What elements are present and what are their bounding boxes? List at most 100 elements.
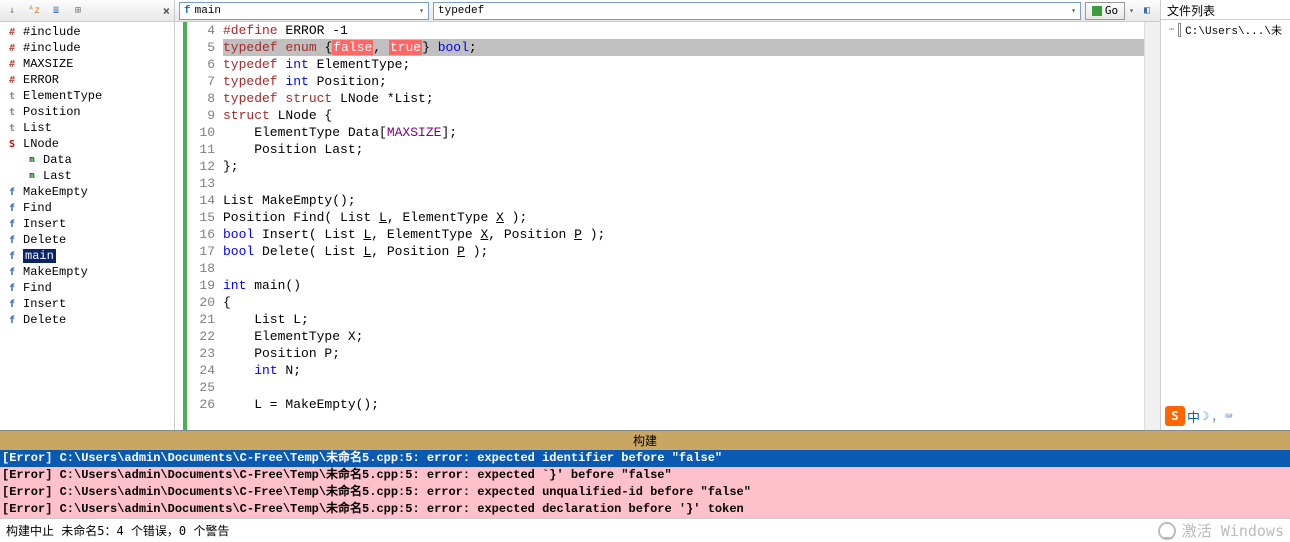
code-line[interactable]: #define ERROR -1: [223, 22, 1144, 39]
symbol-type-icon: f: [4, 267, 20, 278]
code-line[interactable]: [223, 260, 1144, 277]
symbol-label: MakeEmpty: [23, 265, 88, 279]
sort-down-icon[interactable]: ↓: [4, 3, 20, 19]
symbol-item[interactable]: fmain: [0, 248, 174, 264]
symbol-item[interactable]: tElementType: [0, 88, 174, 104]
symbol-type-icon: t: [4, 107, 20, 118]
symbol-type-icon: f: [4, 219, 20, 230]
code-line[interactable]: Position P;: [223, 345, 1144, 362]
code-line[interactable]: [223, 175, 1144, 192]
status-bar: 构建中止 未命名5：4 个错误，0 个警告 激活 Windows: [0, 518, 1290, 542]
symbol-label: ERROR: [23, 73, 59, 87]
code-lines[interactable]: #define ERROR -1typedef enum {false, tru…: [223, 22, 1144, 430]
build-error-line[interactable]: [Error] C:\Users\admin\Documents\C-Free\…: [0, 450, 1290, 467]
symbol-item[interactable]: ##include: [0, 40, 174, 56]
go-icon: [1092, 6, 1102, 16]
code-line[interactable]: bool Delete( List L, Position P );: [223, 243, 1144, 260]
ime-indicator: S 中 ☽ ， ⌨: [1161, 402, 1290, 430]
symbol-item[interactable]: fDelete: [0, 312, 174, 328]
code-line[interactable]: bool Insert( List L, ElementType X, Posi…: [223, 226, 1144, 243]
symbol-item[interactable]: fInsert: [0, 216, 174, 232]
vertical-scrollbar[interactable]: [1144, 22, 1160, 430]
symbol-item[interactable]: fInsert: [0, 296, 174, 312]
symbol-type-icon: f: [4, 283, 20, 294]
symbol-item[interactable]: ##include: [0, 24, 174, 40]
symbol-item[interactable]: #MAXSIZE: [0, 56, 174, 72]
symbol-label: Insert: [23, 217, 66, 231]
symbol-item[interactable]: tPosition: [0, 104, 174, 120]
search-combo[interactable]: typedef ▾: [433, 2, 1081, 20]
code-line[interactable]: ElementType X;: [223, 328, 1144, 345]
code-line[interactable]: List MakeEmpty();: [223, 192, 1144, 209]
code-line[interactable]: int N;: [223, 362, 1144, 379]
symbol-item[interactable]: fDelete: [0, 232, 174, 248]
ime-lang[interactable]: 中: [1187, 407, 1200, 426]
symbol-label: MakeEmpty: [23, 185, 88, 199]
code-pane[interactable]: 4567891011121314151617181920212223242526…: [175, 22, 1160, 430]
watermark-icon: [1158, 522, 1176, 540]
symbol-item[interactable]: fFind: [0, 280, 174, 296]
code-line[interactable]: typedef int Position;: [223, 73, 1144, 90]
symbol-label: Find: [23, 281, 52, 295]
code-line[interactable]: typedef enum {false, true} bool;: [223, 39, 1144, 56]
code-line[interactable]: [223, 379, 1144, 396]
symbol-type-icon: #: [4, 59, 20, 70]
bookmark-icon[interactable]: ◧: [1138, 2, 1156, 20]
code-line[interactable]: typedef int ElementType;: [223, 56, 1144, 73]
symbol-type-icon: f: [4, 299, 20, 310]
symbol-type-icon: #: [4, 27, 20, 38]
symbol-item[interactable]: #ERROR: [0, 72, 174, 88]
symbol-label: Last: [43, 169, 72, 183]
grid-view-icon[interactable]: ⊞: [70, 3, 86, 19]
code-line[interactable]: struct LNode {: [223, 107, 1144, 124]
file-entry[interactable]: ⋯ C:\Users\...\未: [1161, 20, 1290, 40]
symbol-item[interactable]: mData: [0, 152, 174, 168]
code-line[interactable]: Position Find( List L, ElementType X );: [223, 209, 1144, 226]
code-line[interactable]: Position Last;: [223, 141, 1144, 158]
symbol-type-icon: f: [4, 203, 20, 214]
symbol-label: List: [23, 121, 52, 135]
function-combo[interactable]: f main ▾: [179, 2, 429, 20]
symbol-label: #include: [23, 25, 81, 39]
code-line[interactable]: };: [223, 158, 1144, 175]
symbol-item[interactable]: mLast: [0, 168, 174, 184]
file-list-panel: 文件列表 ⋯ C:\Users\...\未 S 中 ☽ ， ⌨: [1160, 0, 1290, 430]
code-line[interactable]: ElementType Data[MAXSIZE];: [223, 124, 1144, 141]
symbol-label: ElementType: [23, 89, 102, 103]
list-view-icon[interactable]: ≣: [48, 3, 64, 19]
build-error-line[interactable]: [Error] C:\Users\admin\Documents\C-Free\…: [0, 467, 1290, 484]
symbol-item[interactable]: SLNode: [0, 136, 174, 152]
go-button[interactable]: Go: [1085, 2, 1125, 20]
build-error-line[interactable]: [Error] C:\Users\admin\Documents\C-Free\…: [0, 484, 1290, 501]
code-line[interactable]: List L;: [223, 311, 1144, 328]
close-icon[interactable]: ×: [163, 4, 170, 18]
sort-alpha-icon[interactable]: ᴬz: [26, 3, 42, 19]
symbol-type-icon: f: [4, 187, 20, 198]
comma-icon[interactable]: ，: [1211, 408, 1223, 425]
windows-watermark: 激活 Windows: [1158, 520, 1284, 541]
symbol-item[interactable]: tList: [0, 120, 174, 136]
keyboard-icon[interactable]: ⌨: [1225, 409, 1232, 423]
symbol-type-icon: t: [4, 123, 20, 134]
moon-icon[interactable]: ☽: [1202, 409, 1209, 423]
status-text: 构建中止 未命名5：4 个错误，0 个警告: [6, 522, 229, 539]
symbol-label: Position: [23, 105, 81, 119]
build-output[interactable]: [Error] C:\Users\admin\Documents\C-Free\…: [0, 450, 1290, 518]
code-line[interactable]: L = MakeEmpty();: [223, 396, 1144, 413]
build-tab[interactable]: 构建: [0, 430, 1290, 450]
search-combo-value: typedef: [438, 5, 484, 17]
symbol-type-icon: m: [24, 155, 40, 165]
code-line[interactable]: {: [223, 294, 1144, 311]
file-icon: [1178, 23, 1181, 37]
symbol-item[interactable]: fMakeEmpty: [0, 264, 174, 280]
code-line[interactable]: int main(): [223, 277, 1144, 294]
ime-badge[interactable]: S: [1165, 406, 1185, 426]
symbol-item[interactable]: fFind: [0, 200, 174, 216]
symbol-item[interactable]: fMakeEmpty: [0, 184, 174, 200]
code-line[interactable]: typedef struct LNode *List;: [223, 90, 1144, 107]
symbol-type-icon: t: [4, 91, 20, 102]
symbol-list[interactable]: ##include ##include #MAXSIZE#ERRORtEleme…: [0, 22, 174, 430]
build-error-line[interactable]: [Error] C:\Users\admin\Documents\C-Free\…: [0, 501, 1290, 518]
symbol-type-icon: f: [4, 251, 20, 262]
line-gutter: 4567891011121314151617181920212223242526: [183, 22, 223, 430]
